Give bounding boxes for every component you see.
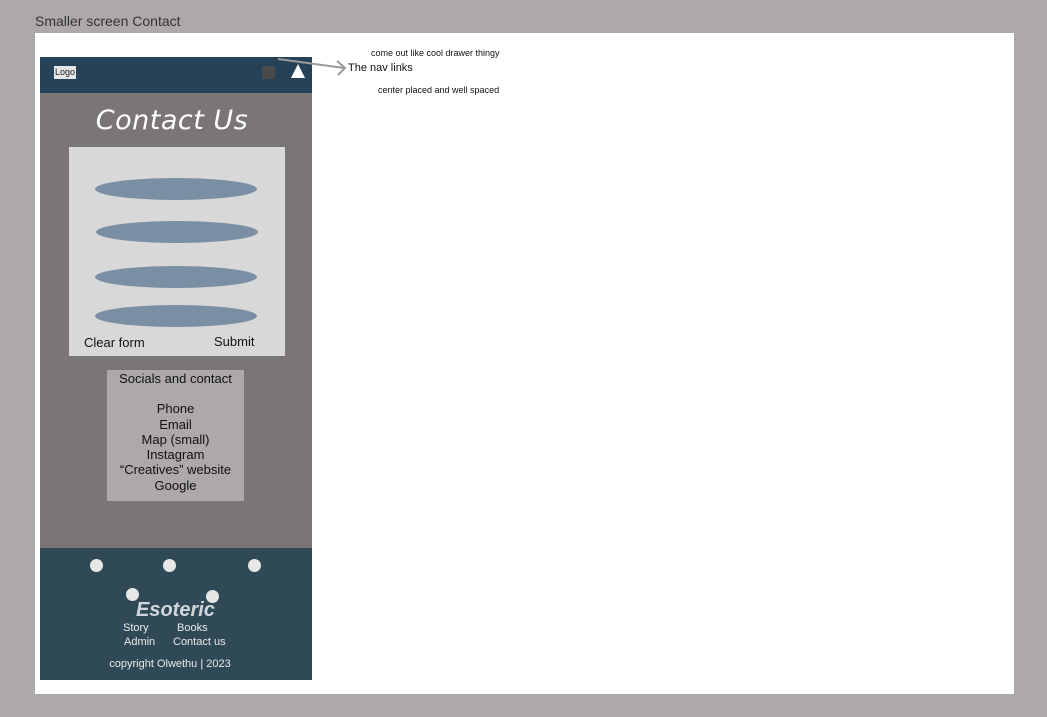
annotation-top: come out like cool drawer thingy — [371, 48, 500, 58]
socials-heading: Socials and contact — [119, 371, 232, 386]
social-dot-icon[interactable] — [248, 559, 261, 572]
social-dot-icon[interactable] — [163, 559, 176, 572]
page-title: Contact Us — [95, 105, 249, 136]
logo[interactable]: Logo — [54, 66, 77, 79]
clear-form-button[interactable]: Clear form — [84, 335, 145, 350]
form-field-3[interactable] — [95, 266, 257, 288]
form-field-2[interactable] — [96, 221, 258, 243]
phone-mockup: Logo Contact Us Clear form Submit Social… — [40, 57, 312, 680]
contact-form: Clear form Submit — [69, 147, 285, 356]
annotation-nav-links: The nav links — [348, 62, 413, 74]
social-item-instagram[interactable]: Instagram — [107, 447, 244, 462]
footer-brand: Esoteric — [136, 599, 215, 621]
social-dot-icon[interactable] — [90, 559, 103, 572]
annotation-bottom: center placed and well spaced — [378, 85, 500, 95]
footer-link-story[interactable]: Story — [123, 622, 149, 634]
social-item-google[interactable]: Google — [107, 478, 244, 493]
footer-link-books[interactable]: Books — [177, 622, 208, 634]
socials-panel: Socials and contact Phone Email Map (sma… — [107, 370, 244, 501]
footer-link-contact[interactable]: Contact us — [173, 636, 226, 648]
social-item-map[interactable]: Map (small) — [107, 432, 244, 447]
social-item-website[interactable]: “Creatives” website — [107, 462, 244, 477]
annotation-arrow-icon — [277, 58, 347, 76]
square-icon[interactable] — [262, 66, 275, 79]
form-field-4[interactable] — [95, 305, 257, 327]
form-field-1[interactable] — [95, 178, 257, 200]
social-item-phone[interactable]: Phone — [107, 401, 244, 416]
submit-button[interactable]: Submit — [214, 334, 254, 349]
canvas-title: Smaller screen Contact — [35, 13, 181, 29]
footer-copyright: copyright Olwethu | 2023 — [109, 658, 231, 670]
footer-link-admin[interactable]: Admin — [124, 636, 155, 648]
social-item-email[interactable]: Email — [107, 417, 244, 432]
footer: Esoteric Story Books Admin Contact us co… — [40, 548, 312, 680]
top-nav-bar: Logo — [40, 57, 312, 93]
